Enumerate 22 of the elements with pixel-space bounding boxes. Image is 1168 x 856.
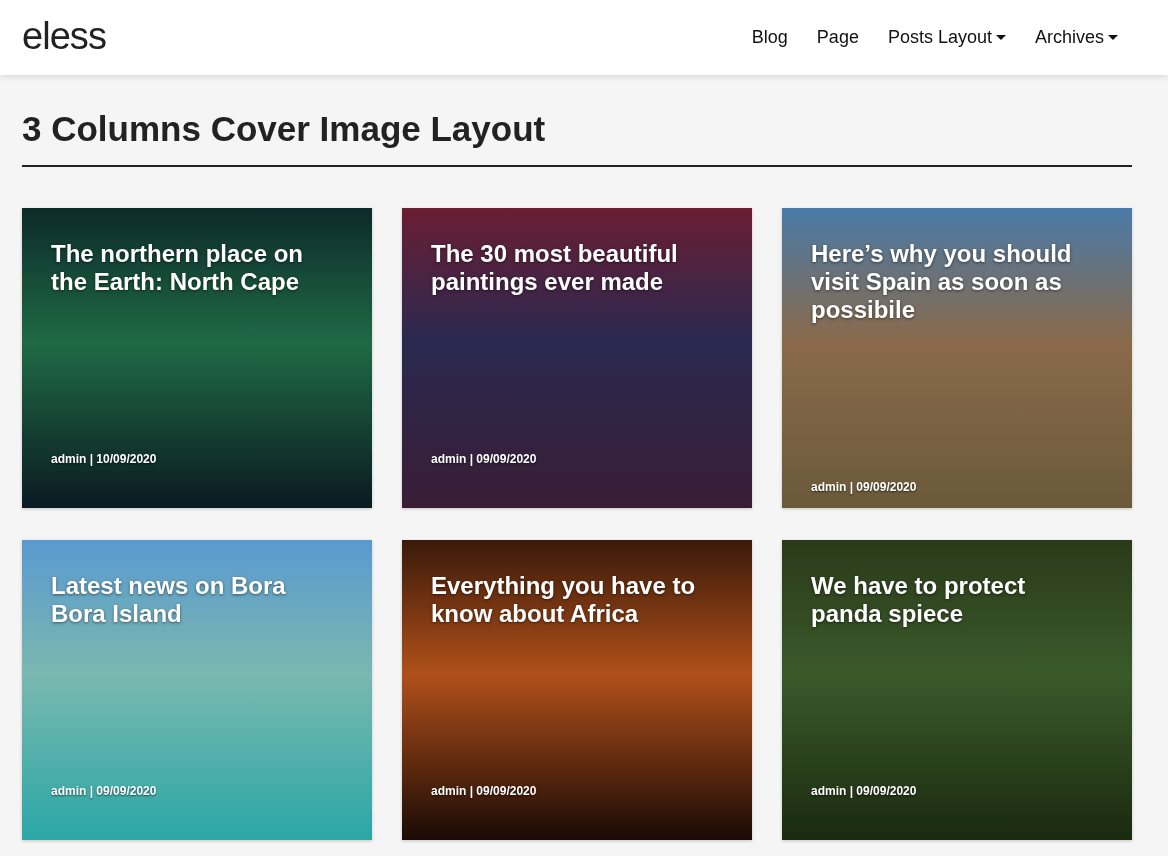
post-meta: admin | 09/09/2020 — [431, 783, 537, 800]
post-meta: admin | 09/09/2020 — [811, 479, 917, 496]
post-card[interactable]: The northern place on the Earth: North Cape admin | 10/09/2020 — [22, 208, 372, 508]
post-card[interactable]: Everything you have to know about Africa admin | 09/09/2020 — [402, 540, 752, 840]
post-meta: admin | 10/09/2020 — [51, 451, 157, 468]
post-title[interactable]: We have to protect panda spiece — [811, 572, 1101, 628]
post-meta: admin | 09/09/2020 — [431, 451, 537, 468]
post-card[interactable]: We have to protect panda spiece admin | 09/09/2020 — [782, 540, 1132, 840]
post-meta: admin | 09/09/2020 — [811, 783, 917, 800]
page-title: 3 Columns Cover Image Layout — [22, 108, 547, 150]
post-title[interactable]: The northern place on the Earth: North Cape — [51, 240, 341, 296]
post-meta: admin | 09/09/2020 — [51, 783, 157, 800]
nav-link[interactable]: Posts Layout — [887, 24, 1006, 51]
nav-link[interactable]: Page — [816, 24, 859, 51]
post-title[interactable]: Here’s why you should visit Spain as soon as possibile — [811, 240, 1101, 324]
nav-link[interactable]: Blog — [751, 24, 788, 51]
post-card[interactable]: The 30 most beautiful paintings ever made admin | 09/09/2020 — [402, 208, 752, 508]
nav-link[interactable]: Archives — [1034, 24, 1118, 51]
site-logo[interactable]: eless — [22, 16, 106, 59]
post-title[interactable]: Everything you have to know about Africa — [431, 572, 721, 628]
post-title[interactable]: The 30 most beautiful paintings ever made — [431, 240, 721, 296]
post-card[interactable]: Here’s why you should visit Spain as soon as possibile admin | 09/09/2020 — [782, 208, 1132, 508]
